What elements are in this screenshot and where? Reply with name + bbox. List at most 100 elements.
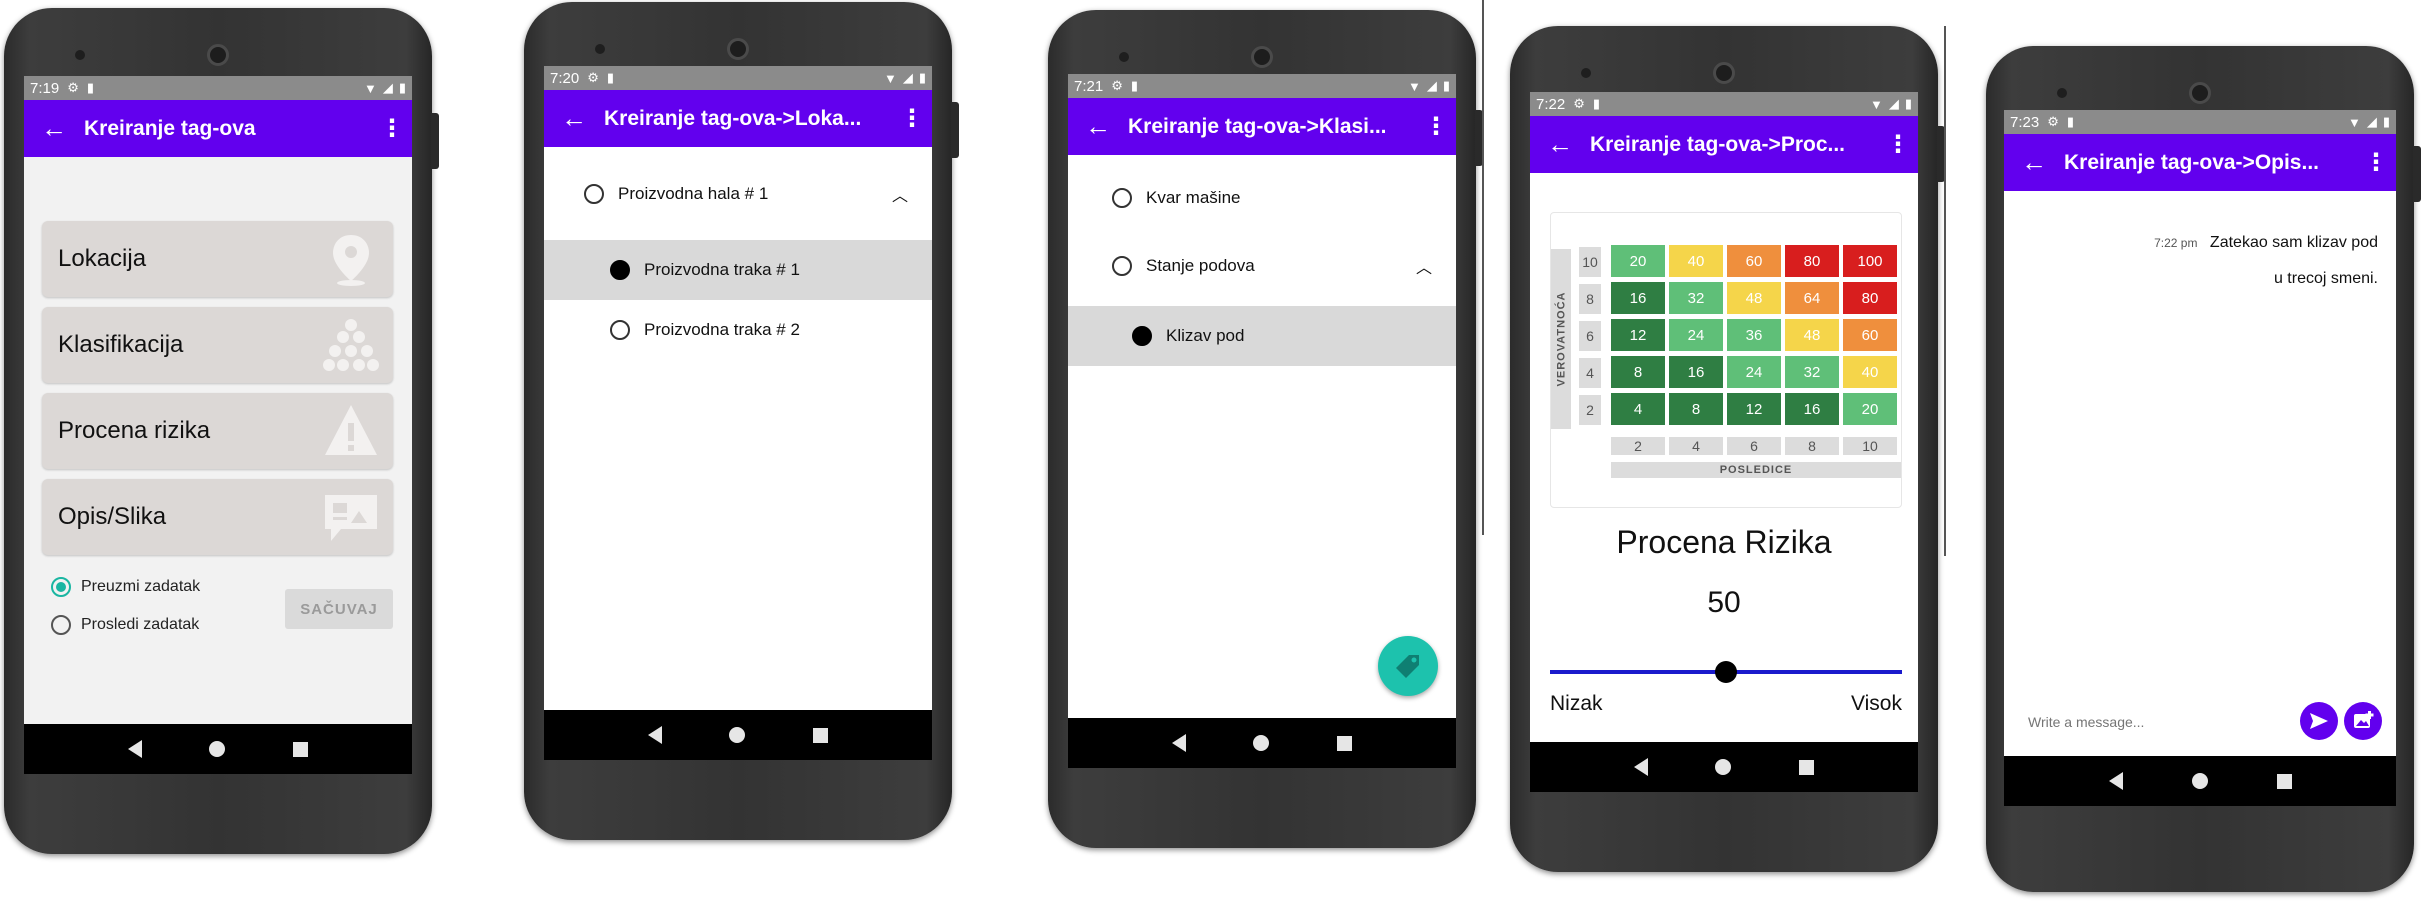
slider-max-label: Visok: [1851, 692, 1902, 715]
nav-recents-icon[interactable]: [2276, 773, 2292, 789]
nav-home-icon[interactable]: [2191, 773, 2208, 789]
content-area: Lokacija Klasifikacija Procena rizika Op…: [24, 157, 412, 724]
menu-card-klasifikacija[interactable]: Klasifikacija: [42, 307, 393, 383]
tree-item-kvar-masine[interactable]: Kvar mašine: [1068, 168, 1456, 228]
app-bar: ← Kreiranje tag-ova ⋮: [24, 100, 412, 157]
back-arrow-icon[interactable]: ←: [544, 103, 604, 134]
tree-item-proizvodna-traka-2[interactable]: Proizvodna traka # 2: [544, 300, 932, 360]
risk-cell: 100: [1843, 245, 1897, 277]
front-camera: [1119, 52, 1129, 62]
option-prosledi-zadatak[interactable]: Prosledi zadatak: [51, 615, 199, 635]
risk-cell: 36: [1727, 319, 1781, 351]
radio-unselected[interactable]: [584, 184, 604, 204]
nav-back-icon[interactable]: [647, 726, 662, 744]
radio-selected[interactable]: [51, 577, 71, 597]
nav-recents-icon[interactable]: [293, 741, 309, 757]
y-tick-label: 4: [1579, 358, 1601, 388]
nav-back-icon[interactable]: [2108, 772, 2123, 790]
risk-cell: 12: [1727, 393, 1781, 425]
attach-image-button[interactable]: [2344, 702, 2382, 740]
system-nav-bar: [1530, 742, 1918, 792]
app-bar: ← Kreiranje tag-ova->Opis... ⋮: [2004, 134, 2396, 191]
signal-icon: ◢: [382, 80, 393, 95]
send-icon: [2310, 713, 2328, 729]
nav-back-icon[interactable]: [127, 740, 142, 758]
more-vert-icon[interactable]: ⋮: [372, 114, 412, 143]
risk-slider-thumb[interactable]: [1715, 661, 1737, 683]
risk-cell: 32: [1785, 356, 1839, 388]
menu-card-procena-rizika[interactable]: Procena rizika: [42, 393, 393, 469]
radio-unselected[interactable]: [610, 320, 630, 340]
nav-back-icon[interactable]: [1171, 734, 1186, 752]
signal-icon: ◢: [2366, 114, 2377, 129]
message-first-line: 7:22 pm Zatekao sam klizav pod: [2154, 234, 2378, 252]
earpiece: [1251, 46, 1273, 68]
nav-home-icon[interactable]: [1715, 759, 1732, 775]
more-vert-icon[interactable]: ⋮: [1416, 112, 1456, 141]
risk-cell: 8: [1611, 356, 1665, 388]
back-arrow-icon[interactable]: ←: [1530, 129, 1590, 160]
radio-unselected[interactable]: [1112, 256, 1132, 276]
radio-selected[interactable]: [610, 260, 630, 280]
option-preuzmi-zadatak[interactable]: Preuzmi zadatak: [51, 577, 200, 597]
risk-cell: 24: [1727, 356, 1781, 388]
risk-cell: 60: [1843, 319, 1897, 351]
more-vert-icon[interactable]: ⋮: [1878, 130, 1918, 159]
add-image-icon: [2354, 711, 2374, 728]
tree-item-klizav-pod[interactable]: Klizav pod: [1068, 306, 1456, 366]
back-arrow-icon[interactable]: ←: [2004, 147, 2064, 178]
risk-cell: 20: [1843, 393, 1897, 425]
page-title: Kreiranje tag-ova: [84, 116, 256, 140]
nav-home-icon[interactable]: [209, 741, 226, 757]
risk-heading: Procena Rizika: [1616, 524, 1832, 560]
more-vert-icon[interactable]: ⋮: [892, 104, 932, 133]
nav-recents-icon[interactable]: [1799, 759, 1815, 775]
status-time: 7:20: [550, 69, 580, 87]
send-button[interactable]: [2300, 702, 2338, 740]
message-input[interactable]: [2028, 708, 2298, 736]
more-vert-icon[interactable]: ⋮: [2356, 148, 2396, 177]
back-arrow-icon[interactable]: ←: [1068, 111, 1128, 142]
menu-card-lokacija[interactable]: Lokacija: [42, 221, 393, 297]
tree-item-proizvodna-hala-1[interactable]: Proizvodna hala # 1 ︿: [544, 164, 932, 224]
risk-cell: 48: [1785, 319, 1839, 351]
tag-fab-button[interactable]: [1378, 636, 1438, 696]
radio-unselected[interactable]: [51, 615, 71, 635]
x-tick-label: 4: [1669, 437, 1723, 455]
y-tick-label: 6: [1579, 321, 1601, 351]
app-bar: ← Kreiranje tag-ova->Proc... ⋮: [1530, 116, 1918, 173]
risk-cell: 4: [1611, 393, 1665, 425]
menu-card-opis-slika[interactable]: Opis/Slika: [42, 479, 393, 555]
nav-recents-icon[interactable]: [1337, 735, 1353, 751]
battery-icon: ▮: [918, 70, 926, 85]
wifi-icon: ▼: [363, 80, 377, 96]
risk-cell: 64: [1785, 282, 1839, 314]
chevron-up-icon[interactable]: ︿: [1416, 254, 1432, 278]
signal-icon: ◢: [1888, 96, 1899, 111]
message-bubble: 7:22 pm Zatekao sam klizav pod u trecoj …: [2154, 234, 2378, 288]
back-arrow-icon[interactable]: ←: [24, 113, 84, 144]
phone-frame-3: 7:21 ⚙ ▮ ▼ ◢ ▮ ← Kreiranje tag-ova->Klasi.…: [1048, 10, 1483, 848]
side-button: [951, 102, 959, 158]
battery-icon: ▮: [1904, 96, 1912, 111]
save-button[interactable]: SAČUVAJ: [285, 589, 393, 629]
x-tick-label: 2: [1611, 437, 1665, 455]
nav-back-icon[interactable]: [1633, 758, 1648, 776]
sd-card-icon: ▮: [606, 70, 615, 85]
location-pin-icon: [333, 235, 369, 286]
phone-frame-2: 7:20 ⚙ ▮ ▼ ◢ ▮ ← Kreiranje tag-ova->Loka..…: [524, 2, 959, 840]
tree-item-label: Stanje podova: [1146, 256, 1255, 275]
tree-item-stanje-podova[interactable]: Stanje podova ︿: [1068, 236, 1456, 296]
tree-item-proizvodna-traka-1[interactable]: Proizvodna traka # 1: [544, 240, 932, 300]
risk-cell: 80: [1843, 282, 1897, 314]
radio-selected[interactable]: [1132, 326, 1152, 346]
phone-frame-5: 7:23 ⚙ ▮ ▼ ◢ ▮ ← Kreiranje tag-ova->Opis..…: [1986, 46, 2421, 892]
nav-recents-icon[interactable]: [813, 727, 829, 743]
nav-home-icon[interactable]: [1253, 735, 1270, 751]
radio-unselected[interactable]: [1112, 188, 1132, 208]
chevron-up-icon[interactable]: ︿: [892, 182, 908, 206]
nav-home-icon[interactable]: [729, 727, 746, 743]
settings-status-icon: ⚙: [587, 70, 599, 85]
risk-cell: 8: [1669, 393, 1723, 425]
page-title: Kreiranje tag-ova->Proc...: [1590, 132, 1846, 156]
